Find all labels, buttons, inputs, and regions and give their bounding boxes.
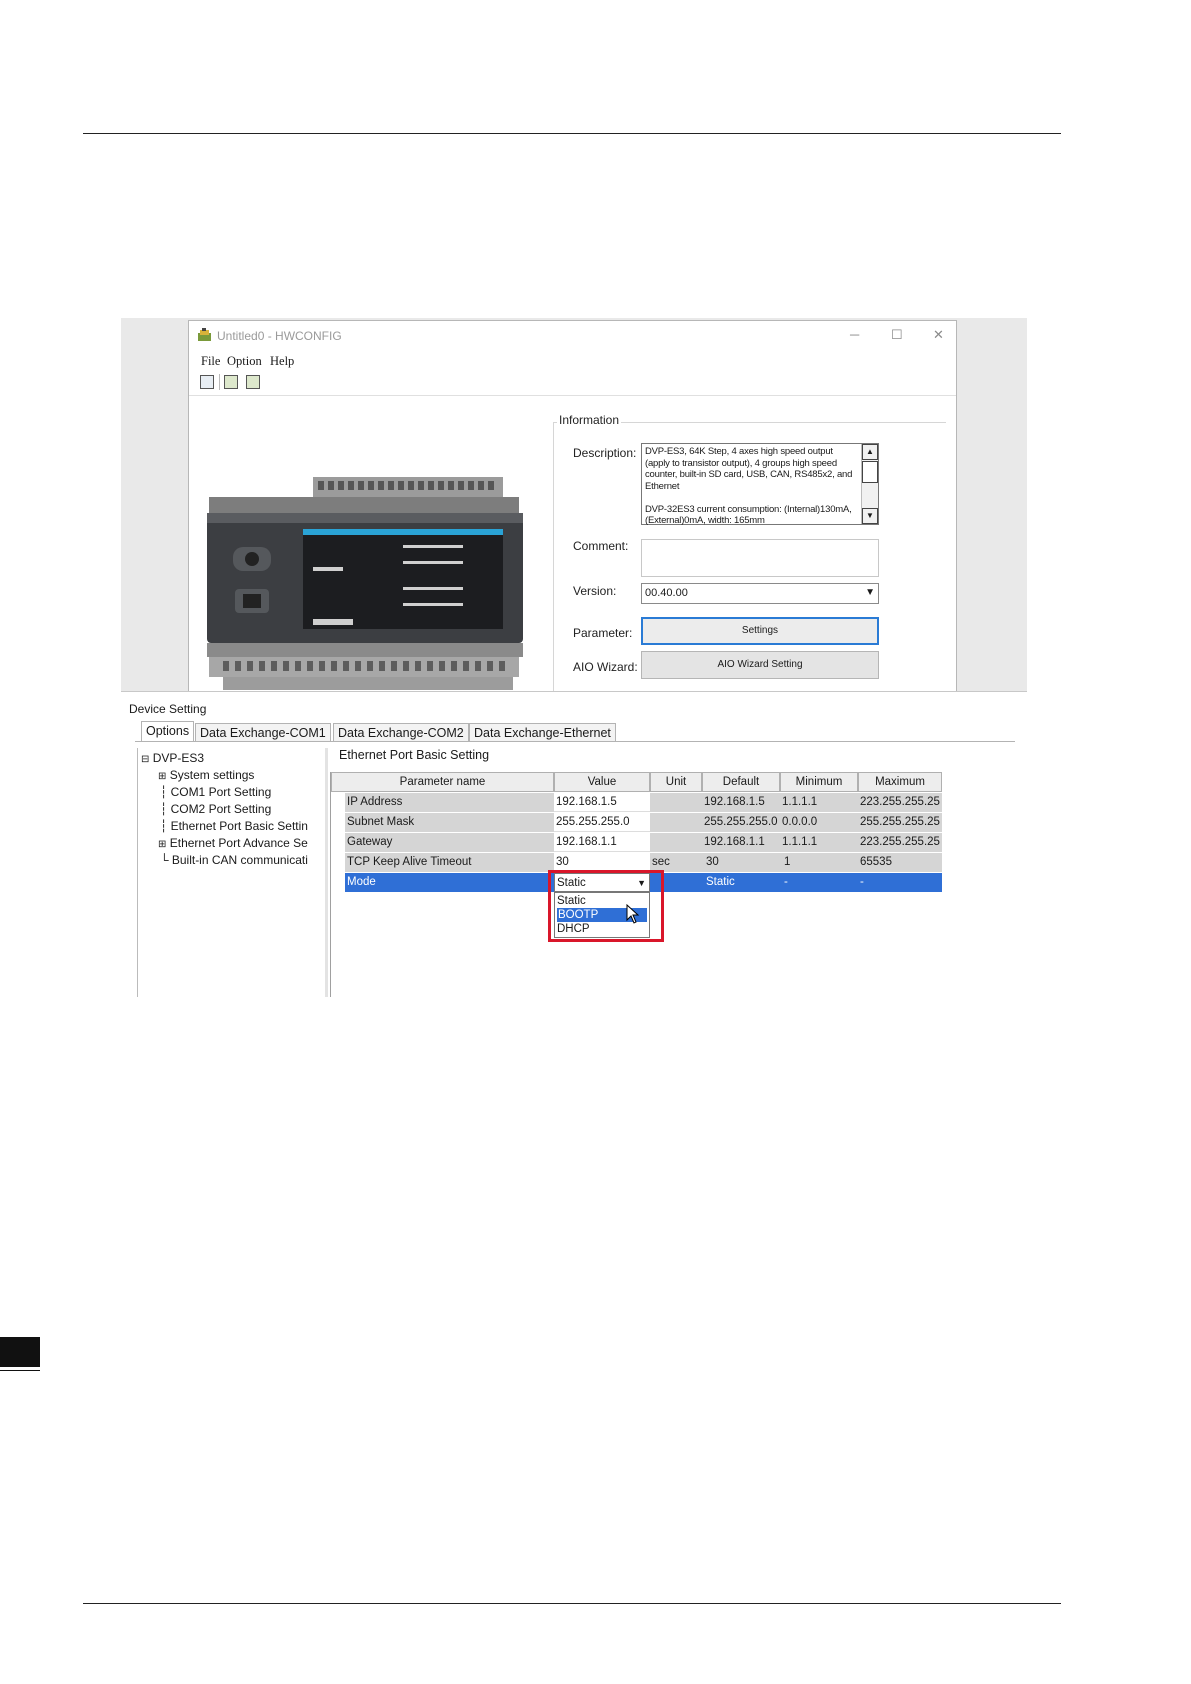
row-subnet-unit <box>650 813 702 832</box>
col-header-default[interactable]: Default <box>702 772 780 792</box>
collapse-icon[interactable]: ⊟ <box>141 754 149 765</box>
col-header-maximum[interactable]: Maximum <box>858 772 942 792</box>
row-subnet-max: 255.255.255.25 <box>858 813 942 832</box>
hwconfig-window: Untitled0 - HWCONFIG ─ ☐ ✕ File Option H… <box>188 320 957 697</box>
row-ip-address-default: 192.168.1.5 <box>702 793 780 812</box>
aio-wizard-label: AIO Wizard: <box>573 660 638 674</box>
description-text: DVP-ES3, 64K Step, 4 axes high speed out… <box>645 446 853 526</box>
scroll-down-icon[interactable]: ▼ <box>862 508 878 524</box>
title-bar: Untitled0 - HWCONFIG ─ ☐ ✕ <box>189 321 956 351</box>
toolbar-separator <box>219 374 220 390</box>
col-header-minimum[interactable]: Minimum <box>780 772 858 792</box>
expand-icon[interactable]: ⊞ <box>158 771 166 782</box>
grid-border <box>330 772 331 997</box>
expand-icon[interactable]: ⊞ <box>158 839 166 850</box>
row-mode-min: - <box>780 873 858 892</box>
row-subnet-value[interactable]: 255.255.255.0 <box>554 813 650 832</box>
row-tcp-timeout-default: 30 <box>702 853 780 872</box>
tree-item-system-settings[interactable]: ⊞ System settings <box>158 768 254 782</box>
row-subnet-min: 0.0.0.0 <box>780 813 858 832</box>
app-icon <box>197 328 212 342</box>
row-mode-default: Static <box>702 873 780 892</box>
row-mode-name[interactable]: Mode <box>345 873 554 892</box>
menu-help[interactable]: Help <box>270 354 294 369</box>
row-gateway-min: 1.1.1.1 <box>780 833 858 852</box>
row-tcp-timeout-max: 65535 <box>858 853 942 872</box>
maximize-icon[interactable]: ☐ <box>891 327 903 343</box>
parameter-label: Parameter: <box>573 626 633 640</box>
col-header-parameter[interactable]: Parameter name <box>331 772 554 792</box>
row-ip-address-max: 223.255.255.25 <box>858 793 942 812</box>
upload-icon[interactable] <box>246 375 260 389</box>
tab-data-exchange-ethernet[interactable]: Data Exchange-Ethernet <box>469 723 616 742</box>
chevron-down-icon[interactable]: ▼ <box>865 587 875 598</box>
tab-data-exchange-com1[interactable]: Data Exchange-COM1 <box>195 723 331 742</box>
row-ip-address-unit <box>650 793 702 812</box>
row-subnet-default: 255.255.255.0 <box>702 813 780 832</box>
row-gateway-max: 223.255.255.25 <box>858 833 942 852</box>
comment-label: Comment: <box>573 539 629 553</box>
tree-item-can[interactable]: └ Built-in CAN communicati <box>160 853 314 867</box>
description-label: Description: <box>573 446 637 460</box>
page-tab-marker <box>0 1337 40 1367</box>
row-subnet-name[interactable]: Subnet Mask <box>345 813 554 832</box>
aio-wizard-button[interactable]: AIO Wizard Setting <box>641 651 879 679</box>
tree-item-ethernet-basic[interactable]: ┆ Ethernet Port Basic Settin <box>160 819 312 833</box>
row-ip-address-value[interactable]: 192.168.1.5 <box>554 793 650 812</box>
save-icon[interactable] <box>200 375 214 389</box>
information-label: Information <box>557 413 622 427</box>
version-select[interactable]: 00.40.00 ▼ <box>641 583 879 604</box>
tree-root[interactable]: ⊟ DVP-ES3 <box>141 751 204 765</box>
settings-button[interactable]: Settings <box>641 617 879 645</box>
page-tab-marker-rule <box>0 1370 40 1371</box>
row-tcp-timeout-name[interactable]: TCP Keep Alive Timeout <box>345 853 554 872</box>
screenshot-figure: Untitled0 - HWCONFIG ─ ☐ ✕ File Option H… <box>121 318 1027 997</box>
row-gateway-value[interactable]: 192.168.1.1 <box>554 833 650 852</box>
header-rule <box>83 133 1061 134</box>
tab-options[interactable]: Options <box>141 721 195 742</box>
version-label: Version: <box>573 584 617 598</box>
minimize-icon[interactable]: ─ <box>850 327 859 342</box>
comment-field[interactable] <box>641 539 879 577</box>
panel-divider <box>325 748 328 997</box>
scroll-thumb[interactable] <box>862 461 878 483</box>
menu-file[interactable]: File <box>201 354 220 369</box>
row-gateway-name[interactable]: Gateway <box>345 833 554 852</box>
highlight-frame <box>548 870 664 942</box>
col-header-value[interactable]: Value <box>554 772 650 792</box>
scroll-up-icon[interactable]: ▲ <box>862 444 878 460</box>
menu-option[interactable]: Option <box>227 354 262 369</box>
tree-item-com1[interactable]: ┆ COM1 Port Setting <box>160 785 271 799</box>
information-group: Information Description: DVP-ES3, 64K St… <box>553 413 946 697</box>
download-icon[interactable] <box>224 375 238 389</box>
row-ip-address-min: 1.1.1.1 <box>780 793 858 812</box>
version-value: 00.40.00 <box>645 587 688 599</box>
description-field[interactable]: DVP-ES3, 64K Step, 4 axes high speed out… <box>641 443 879 526</box>
settings-tree: ⊟ DVP-ES3 ⊞ System settings ┆ COM1 Port … <box>137 748 318 997</box>
col-header-unit[interactable]: Unit <box>650 772 702 792</box>
tab-data-exchange-com2[interactable]: Data Exchange-COM2 <box>333 723 469 742</box>
device-setting-dialog: Device Setting Options Data Exchange-COM… <box>121 691 1027 997</box>
close-icon[interactable]: ✕ <box>933 327 944 343</box>
plc-device-image <box>207 477 523 690</box>
tree-item-com2[interactable]: ┆ COM2 Port Setting <box>160 802 271 816</box>
row-ip-address-name[interactable]: IP Address <box>345 793 554 812</box>
row-gateway-default: 192.168.1.1 <box>702 833 780 852</box>
row-mode-max: - <box>858 873 942 892</box>
section-title: Ethernet Port Basic Setting <box>339 748 490 762</box>
description-scrollbar[interactable]: ▲ ▼ <box>861 444 878 524</box>
dialog-title: Device Setting <box>129 702 207 716</box>
tree-item-ethernet-advance[interactable]: ⊞ Ethernet Port Advance Se <box>158 836 314 850</box>
row-tcp-timeout-min: 1 <box>780 853 858 872</box>
tab-underline <box>135 741 1015 742</box>
toolbar <box>189 371 956 396</box>
window-title: Untitled0 - HWCONFIG <box>217 329 342 343</box>
footer-rule <box>83 1603 1061 1604</box>
row-gateway-unit <box>650 833 702 852</box>
menu-bar: File Option Help <box>189 351 956 371</box>
